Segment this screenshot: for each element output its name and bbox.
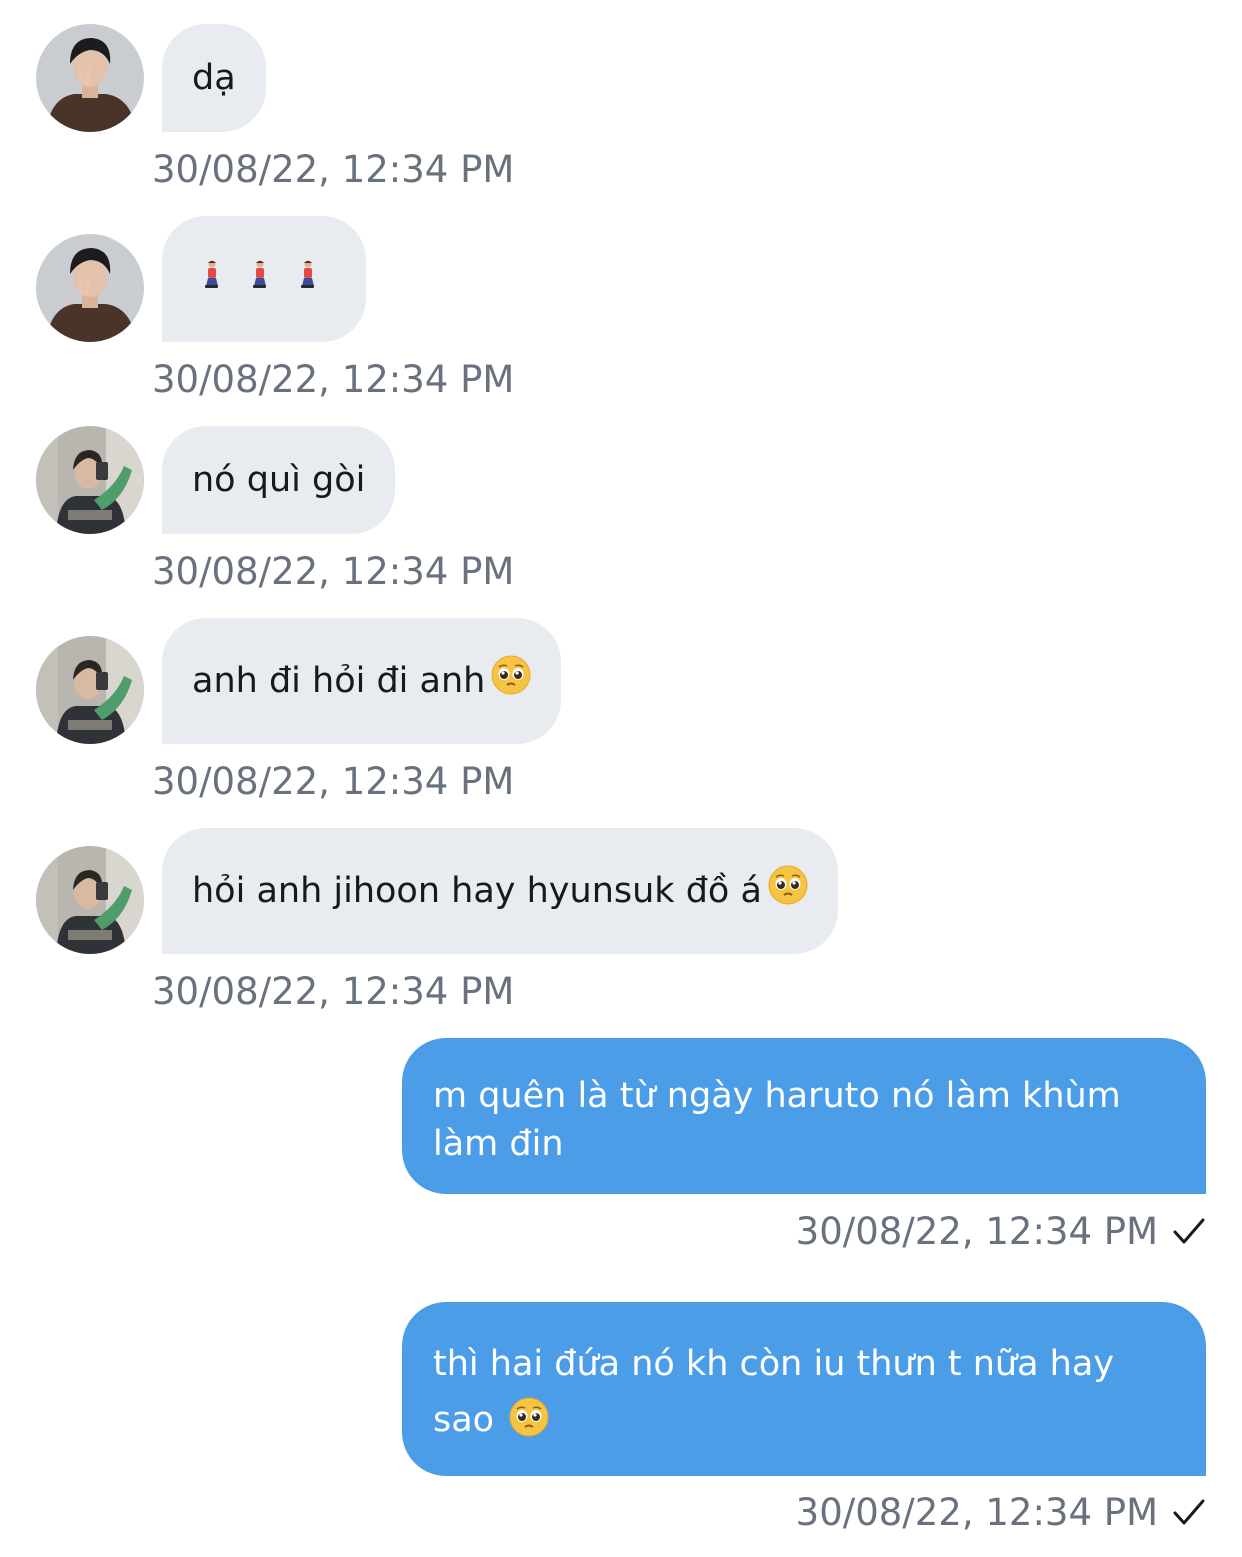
message-timestamp: 30/08/22, 12:34 PM — [152, 760, 515, 803]
message-text: nó quì gòi — [192, 460, 366, 500]
message-bubble[interactable]: anh đi hỏi đi anh — [162, 618, 562, 744]
message-timestamp: 30/08/22, 12:34 PM — [795, 1210, 1158, 1253]
pleading-face-icon — [509, 1397, 550, 1454]
message-status: 30/08/22, 12:34 PM — [796, 1491, 1206, 1535]
pleading-face-icon — [767, 864, 808, 918]
message-bubble[interactable]: hỏi anh jihoon hay hyunsuk đồ á — [162, 828, 838, 954]
person-kneeling-icon — [250, 255, 270, 303]
message-timestamp: 30/08/22, 12:34 PM — [152, 148, 515, 191]
message-timestamp: 30/08/22, 12:34 PM — [795, 1491, 1158, 1534]
avatar[interactable] — [36, 234, 144, 342]
avatar[interactable] — [36, 426, 144, 534]
message-text: hỏi anh jihoon hay hyunsuk đồ á — [192, 871, 762, 911]
message-text-line: sao — [433, 1400, 495, 1440]
message-text: dạ — [192, 58, 236, 98]
message-text-line: làm đin — [433, 1124, 564, 1164]
message-timestamp: 30/08/22, 12:34 PM — [152, 550, 515, 593]
message-status: 30/08/22, 12:34 PM — [796, 1210, 1206, 1254]
person-kneeling-icon — [298, 255, 318, 303]
person-kneeling-icon — [202, 255, 222, 303]
message-text-line: thì hai đứa nó kh còn iu thưn t nữa hay — [433, 1344, 1115, 1384]
message-timestamp: 30/08/22, 12:34 PM — [152, 970, 515, 1013]
avatar[interactable] — [36, 846, 144, 954]
message-bubble-outgoing[interactable]: m quên là từ ngày haruto nó làm khùm làm… — [402, 1038, 1206, 1194]
message-bubble[interactable]: dạ — [162, 24, 266, 132]
checkmark-icon — [1173, 1499, 1205, 1525]
message-text: anh đi hỏi đi anh — [192, 661, 486, 701]
checkmark-icon — [1173, 1218, 1205, 1244]
avatar[interactable] — [36, 636, 144, 744]
message-bubble-outgoing[interactable]: thì hai đứa nó kh còn iu thưn t nữa hay … — [402, 1302, 1206, 1476]
message-text-line: m quên là từ ngày haruto nó làm khùm — [433, 1076, 1121, 1116]
message-timestamp: 30/08/22, 12:34 PM — [152, 358, 515, 401]
message-bubble[interactable] — [162, 216, 366, 342]
message-bubble[interactable]: nó quì gòi — [162, 426, 396, 534]
avatar[interactable] — [36, 24, 144, 132]
pleading-face-icon — [491, 654, 532, 708]
